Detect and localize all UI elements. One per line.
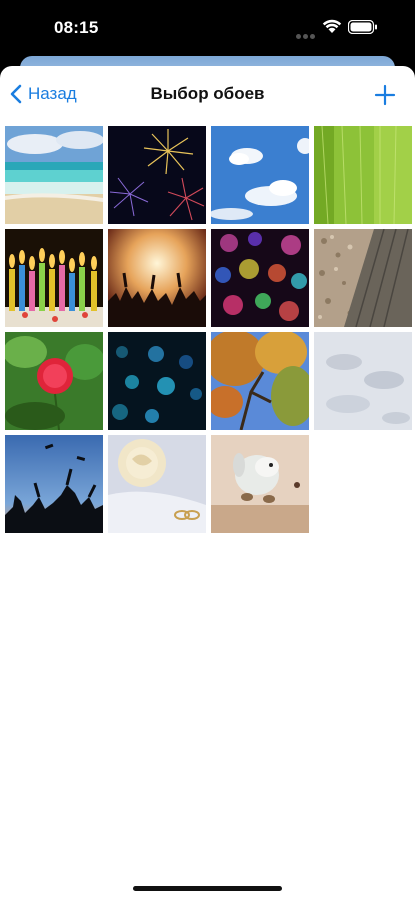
wifi-icon bbox=[322, 19, 342, 39]
pebbles-wood-photo-icon bbox=[314, 229, 412, 327]
concert-crowd-photo-icon bbox=[108, 229, 206, 327]
wallpaper-picker-sheet: Назад Выбор обоев bbox=[0, 66, 415, 900]
wallpaper-tile-pebbles[interactable] bbox=[314, 229, 412, 327]
plus-icon bbox=[374, 84, 396, 106]
birthday-candles-photo-icon bbox=[5, 229, 103, 327]
snow-footprints-photo-icon bbox=[314, 332, 412, 430]
wallpaper-tile-autumn[interactable] bbox=[211, 332, 309, 430]
plush-toy-photo-icon bbox=[211, 435, 309, 533]
page-title: Выбор обоев bbox=[150, 84, 265, 103]
wallpaper-tile-candles[interactable] bbox=[5, 229, 103, 327]
wallpaper-tile-leaf[interactable] bbox=[314, 126, 412, 224]
wallpaper-tile-concert[interactable] bbox=[108, 229, 206, 327]
colorful-bokeh-photo-icon bbox=[211, 229, 309, 327]
autumn-tree-photo-icon bbox=[211, 332, 309, 430]
signal-dots-icon bbox=[296, 26, 317, 44]
wallpaper-tile-fireworks[interactable] bbox=[108, 126, 206, 224]
wallpaper-tile-blue-bokeh[interactable] bbox=[108, 332, 206, 430]
status-bar: 08:15 bbox=[0, 0, 415, 58]
home-indicator bbox=[133, 886, 282, 891]
navigation-bar: Назад Выбор обоев bbox=[0, 66, 415, 122]
red-flower-photo-icon bbox=[5, 332, 103, 430]
wallpaper-tile-graduation[interactable] bbox=[5, 435, 103, 533]
wallpaper-tile-beach[interactable] bbox=[5, 126, 103, 224]
blue-sky-clouds-photo-icon bbox=[211, 126, 309, 224]
add-button[interactable] bbox=[372, 82, 398, 108]
wallpaper-tile-flower[interactable] bbox=[5, 332, 103, 430]
status-time: 08:15 bbox=[54, 18, 99, 37]
wallpaper-tile-sky[interactable] bbox=[211, 126, 309, 224]
fireworks-photo-icon bbox=[108, 126, 206, 224]
rose-rings-photo-icon bbox=[108, 435, 206, 533]
wallpaper-tile-bokeh[interactable] bbox=[211, 229, 309, 327]
wallpaper-tile-rose[interactable] bbox=[108, 435, 206, 533]
graduation-silhouettes-photo-icon bbox=[5, 435, 103, 533]
battery-icon bbox=[347, 19, 378, 39]
green-leaf-photo-icon bbox=[314, 126, 412, 224]
blue-bokeh-photo-icon bbox=[108, 332, 206, 430]
wallpaper-tile-snow[interactable] bbox=[314, 332, 412, 430]
beach-photo-icon bbox=[5, 126, 103, 224]
wallpaper-tile-toy[interactable] bbox=[211, 435, 309, 533]
